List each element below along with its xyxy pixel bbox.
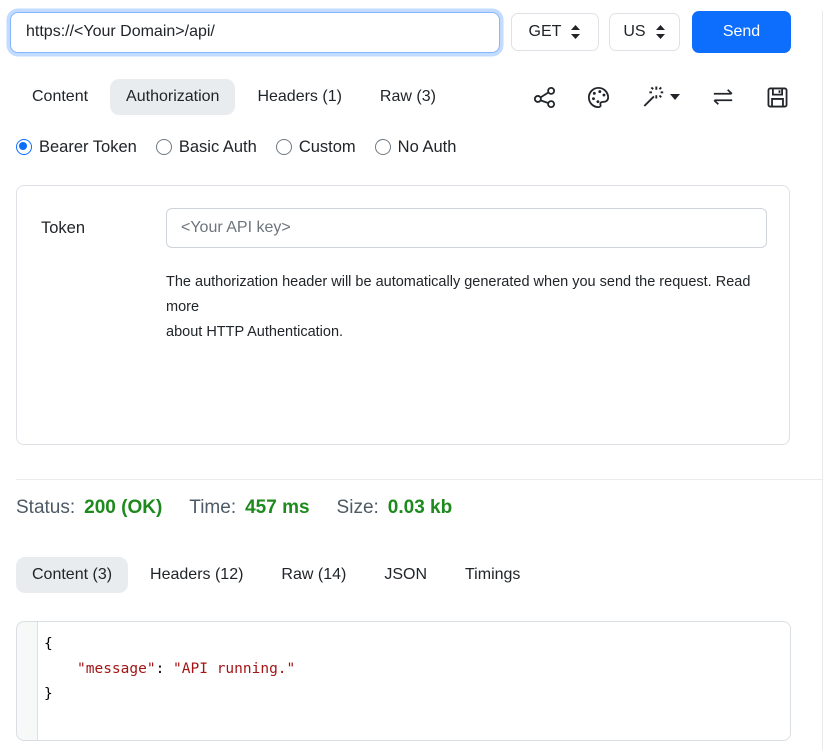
radio-no-auth[interactable]: No Auth	[375, 138, 457, 157]
token-panel: Token The authorization header will be a…	[16, 185, 790, 445]
region-select-value: US	[623, 23, 645, 41]
radio-unselected-icon	[276, 139, 292, 155]
tab-response-raw[interactable]: Raw (14)	[265, 557, 362, 593]
tab-response-headers[interactable]: Headers (12)	[134, 557, 259, 593]
time-group: Time: 457 ms	[189, 497, 309, 519]
radio-selected-icon	[16, 139, 32, 155]
radio-basic-auth[interactable]: Basic Auth	[156, 138, 257, 157]
radio-label: No Auth	[398, 138, 457, 157]
tab-response-timings[interactable]: Timings	[449, 557, 536, 593]
status-value: 200 (OK)	[84, 497, 162, 519]
caret-down-icon	[670, 94, 680, 100]
select-updown-icon	[570, 25, 581, 39]
swap-arrows-icon[interactable]	[711, 87, 735, 107]
tab-raw[interactable]: Raw (3)	[364, 79, 452, 115]
region-select[interactable]: US	[609, 13, 680, 51]
auth-options: Bearer Token Basic Auth Custom No Auth	[16, 135, 837, 159]
palette-icon[interactable]	[587, 86, 610, 109]
response-status-row: Status: 200 (OK) Time: 457 ms Size: 0.03…	[16, 497, 837, 519]
radio-label: Bearer Token	[39, 138, 137, 157]
radio-custom[interactable]: Custom	[276, 138, 356, 157]
response-json-code[interactable]: { "message": "API running." }	[37, 622, 790, 740]
response-body-card: { "message": "API running." }	[16, 621, 791, 741]
status-group: Status: 200 (OK)	[16, 497, 162, 519]
save-icon[interactable]	[766, 86, 789, 109]
token-input[interactable]	[166, 208, 767, 248]
section-divider	[16, 479, 822, 480]
tab-response-json[interactable]: JSON	[368, 557, 443, 593]
token-help-line1: The authorization header will be automat…	[166, 270, 767, 320]
method-select-value: GET	[529, 23, 562, 41]
radio-label: Custom	[299, 138, 356, 157]
radio-unselected-icon	[156, 139, 172, 155]
code-line-2: "message": "API running."	[44, 657, 790, 682]
code-line-1: {	[44, 632, 790, 657]
tab-response-content[interactable]: Content (3)	[16, 557, 128, 593]
response-tabs-row: Content (3) Headers (12) Raw (14) JSON T…	[16, 555, 837, 595]
toolbar-icons	[533, 85, 789, 109]
radio-label: Basic Auth	[179, 138, 257, 157]
status-label: Status:	[16, 497, 75, 519]
method-select[interactable]: GET	[511, 13, 599, 51]
radio-unselected-icon	[375, 139, 391, 155]
panel-divider	[822, 11, 823, 750]
radio-bearer-token[interactable]: Bearer Token	[16, 138, 137, 157]
tab-authorization[interactable]: Authorization	[110, 79, 235, 115]
token-label: Token	[41, 219, 166, 238]
time-label: Time:	[189, 497, 236, 519]
size-value: 0.03 kb	[388, 497, 452, 519]
json-value: "API running."	[173, 661, 295, 677]
magic-wand-icon[interactable]	[641, 85, 680, 109]
time-value: 457 ms	[245, 497, 309, 519]
request-tabs-row: Content Authorization Headers (1) Raw (3…	[16, 77, 837, 117]
share-icon[interactable]	[533, 86, 556, 109]
request-bar: GET US Send	[10, 11, 837, 53]
code-line-3: }	[44, 682, 790, 707]
tab-headers[interactable]: Headers (1)	[241, 79, 357, 115]
token-help-line2: about HTTP Authentication.	[166, 320, 767, 345]
token-help-text: The authorization header will be automat…	[166, 270, 767, 345]
size-group: Size: 0.03 kb	[337, 497, 453, 519]
url-input[interactable]	[10, 12, 500, 53]
select-updown-icon	[655, 25, 666, 39]
send-button[interactable]: Send	[692, 11, 791, 53]
tab-content[interactable]: Content	[16, 79, 104, 115]
size-label: Size:	[337, 497, 379, 519]
json-key: "message"	[77, 661, 156, 677]
